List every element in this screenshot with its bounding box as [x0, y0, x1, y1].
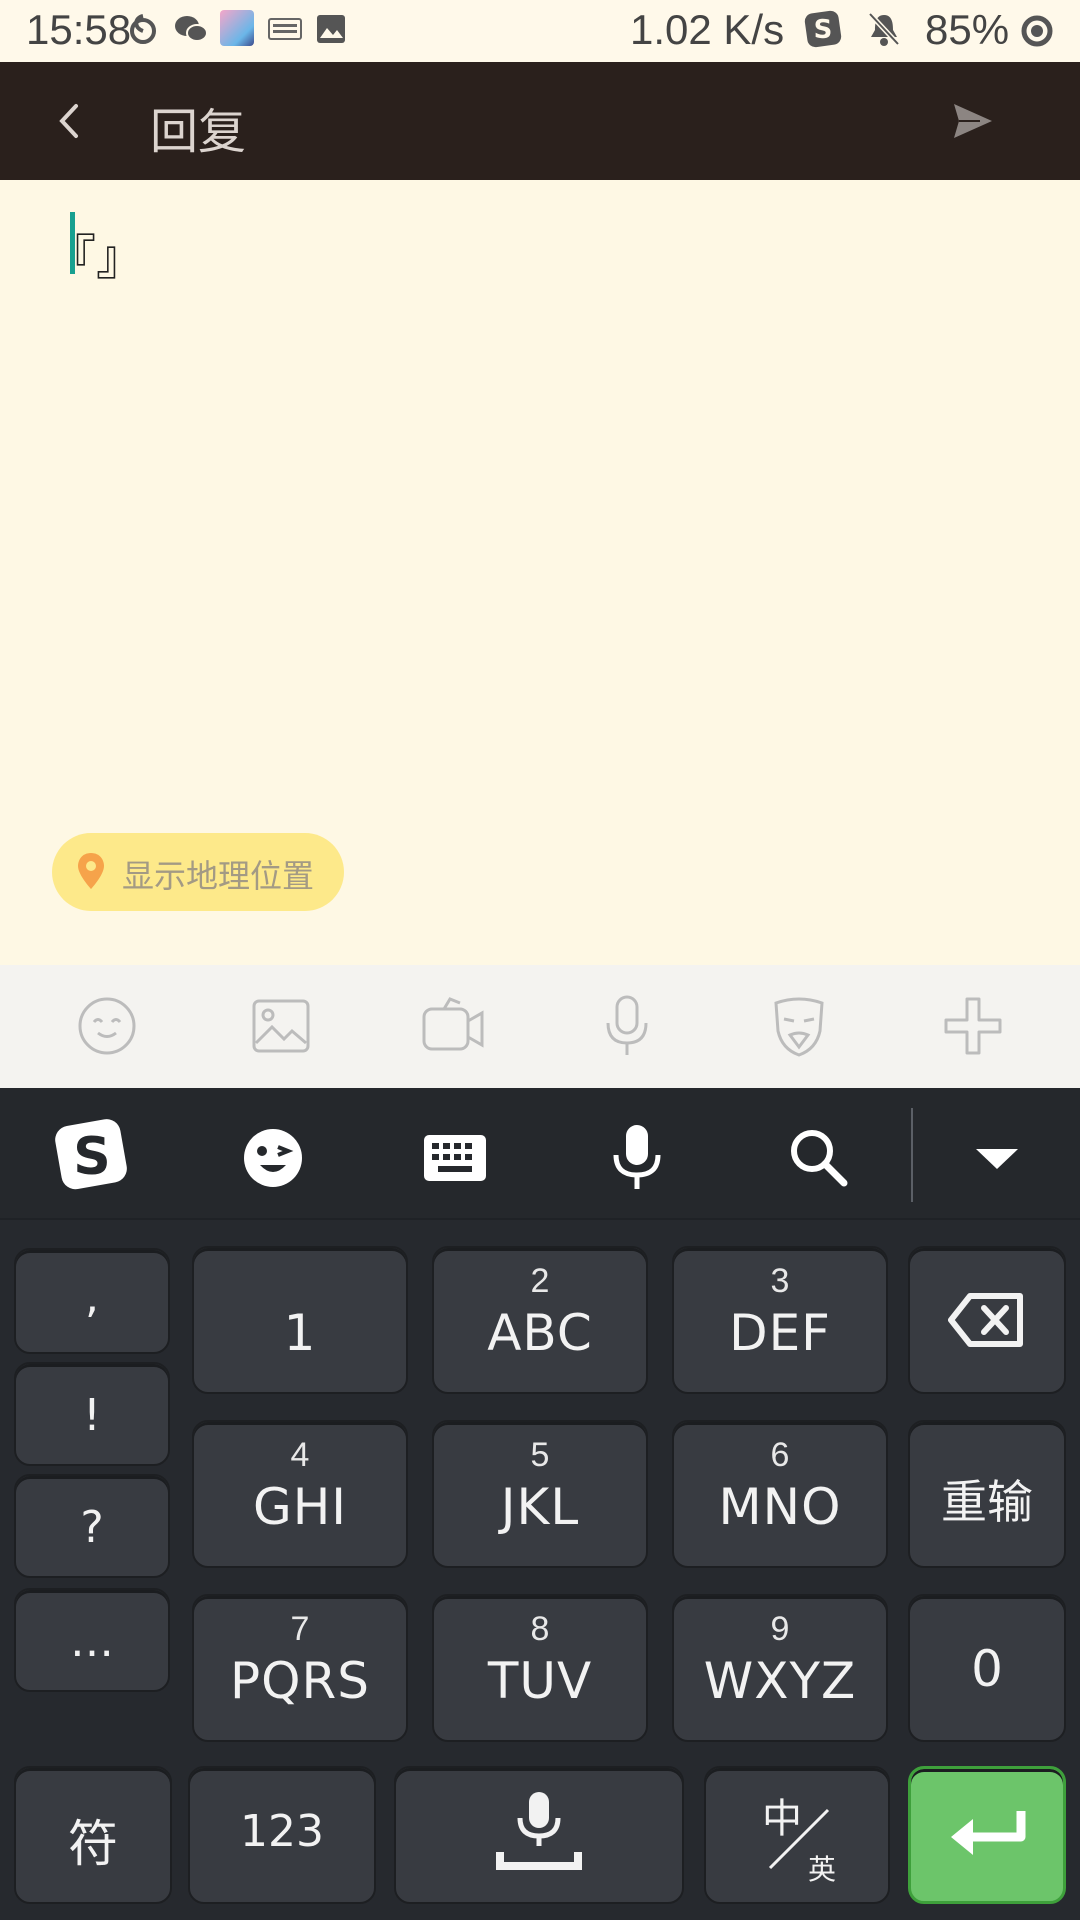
key-8-tuv[interactable]: 8 TUV: [432, 1594, 648, 1742]
collapse-icon[interactable]: [962, 1123, 1032, 1193]
key-3-def[interactable]: 3 DEF: [672, 1246, 888, 1394]
slash-divider: [768, 1808, 830, 1870]
sogou-icon: S: [804, 10, 842, 48]
key-6-mno[interactable]: 6 MNO: [672, 1420, 888, 1568]
sogou-keyboard: S , ! ? … 1 2 ABC 3 DEF 4 GHI 5 JKL 6 MN…: [0, 1088, 1080, 1920]
backspace-icon: [948, 1293, 1023, 1347]
punct-key-exclaim[interactable]: !: [14, 1362, 170, 1466]
sticker-emoji-icon[interactable]: [238, 1123, 308, 1193]
image-icon[interactable]: [248, 993, 314, 1059]
space-key[interactable]: [394, 1766, 684, 1904]
punct-key-question[interactable]: ?: [14, 1474, 170, 1578]
voice-icon[interactable]: [602, 1123, 672, 1193]
mute-bell-icon: [868, 12, 900, 46]
show-location-label: 显示地理位置: [122, 857, 315, 895]
show-location-button[interactable]: 显示地理位置: [52, 833, 344, 911]
plus-icon[interactable]: [940, 993, 1006, 1059]
emoji-face-icon[interactable]: [74, 993, 140, 1059]
microphone-icon[interactable]: [594, 993, 660, 1059]
keyboard-notification-icon: [268, 18, 302, 40]
sogou-logo-icon[interactable]: S: [52, 1116, 132, 1192]
video-icon[interactable]: [420, 993, 486, 1059]
battery-percent: 85%: [925, 6, 1010, 53]
app-toolbar: 回复: [0, 62, 1080, 180]
svg-text:S: S: [73, 1127, 110, 1187]
status-bar: 15:58 1.02 K/s S 85%: [0, 0, 1080, 62]
key-2-abc[interactable]: 2 ABC: [432, 1246, 648, 1394]
keyboard-toolbar: S: [0, 1088, 1080, 1220]
key-1[interactable]: 1: [192, 1246, 408, 1394]
keyboard-icon[interactable]: [420, 1123, 490, 1193]
attachment-bar: [0, 965, 1080, 1088]
search-icon[interactable]: [784, 1123, 854, 1193]
text-caret: [70, 212, 75, 274]
symbol-key[interactable]: 符: [14, 1766, 172, 1904]
status-time: 15:58: [26, 6, 132, 53]
network-speed: 1.02 K/s: [630, 6, 785, 53]
toolbar-separator: [911, 1108, 913, 1202]
key-4-ghi[interactable]: 4 GHI: [192, 1420, 408, 1568]
send-button[interactable]: [950, 98, 996, 144]
avatar-notification-icon: [220, 10, 254, 46]
key-0[interactable]: 0: [908, 1594, 1066, 1742]
netease-music-icon: [130, 14, 156, 44]
back-button[interactable]: [50, 100, 90, 142]
backspace-key[interactable]: [908, 1246, 1066, 1394]
language-switch-key[interactable]: 中 英: [704, 1766, 890, 1904]
key-9-wxyz[interactable]: 9 WXYZ: [672, 1594, 888, 1742]
location-pin-icon: [78, 853, 104, 889]
reset-key[interactable]: 重输: [908, 1420, 1066, 1568]
mask-icon[interactable]: [766, 993, 832, 1059]
image-notification-icon: [317, 15, 345, 43]
enter-icon: [951, 1811, 1026, 1855]
punct-key-ellipsis[interactable]: …: [14, 1588, 170, 1692]
numeric-key[interactable]: 123: [188, 1766, 376, 1904]
key-7-pqrs[interactable]: 7 PQRS: [192, 1594, 408, 1742]
punct-key-comma[interactable]: ,: [14, 1248, 170, 1354]
enter-key[interactable]: [908, 1766, 1066, 1904]
key-5-jkl[interactable]: 5 JKL: [432, 1420, 648, 1568]
svg-text:S: S: [814, 15, 833, 45]
space-mic-icon: [496, 1792, 582, 1870]
page-title: 回复: [150, 104, 247, 160]
reply-text[interactable]: 『』: [48, 218, 144, 288]
battery-ring-icon: [1021, 15, 1053, 47]
wechat-icon: [175, 16, 208, 42]
